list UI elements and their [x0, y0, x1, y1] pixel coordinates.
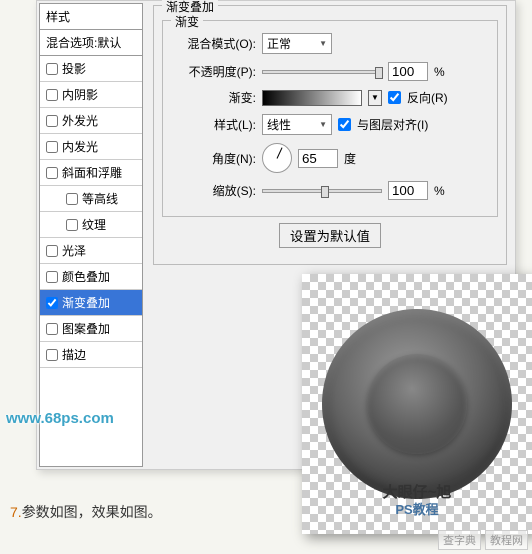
checkbox[interactable]	[46, 245, 58, 257]
style-sidebar: 样式 混合选项:默认 投影 内阴影 外发光 内发光 斜面和浮雕 等高线 纹理 光…	[39, 3, 143, 467]
checkbox[interactable]	[46, 115, 58, 127]
label: 光泽	[62, 242, 86, 259]
footer-b: 教程网	[485, 530, 528, 550]
checkbox[interactable]	[66, 193, 78, 205]
sidebar-item-texture[interactable]: 纹理	[40, 212, 142, 238]
gradient-overlay-group: 渐变叠加 渐变 混合模式(O): 正常 ▼ 不透明度(P): %	[153, 5, 507, 265]
checkbox[interactable]	[46, 349, 58, 361]
sidebar-item-gradient-overlay[interactable]: 渐变叠加	[40, 290, 142, 316]
checkbox[interactable]	[46, 323, 58, 335]
chevron-down-icon: ▼	[319, 39, 327, 48]
style-dropdown[interactable]: 线性 ▼	[262, 114, 332, 135]
sidebar-item-outer-glow[interactable]: 外发光	[40, 108, 142, 134]
angle-label: 角度(N):	[171, 150, 256, 167]
label: 内阴影	[62, 86, 98, 103]
set-default-button[interactable]: 设置为默认值	[279, 223, 381, 248]
blend-mode-row: 混合模式(O): 正常 ▼	[171, 33, 489, 54]
label: 外发光	[62, 112, 98, 129]
gradient-inner-group: 渐变 混合模式(O): 正常 ▼ 不透明度(P): % 渐变:	[162, 20, 498, 217]
sidebar-item-inner-shadow[interactable]: 内阴影	[40, 82, 142, 108]
sidebar-item-satin[interactable]: 光泽	[40, 238, 142, 264]
preview-panel: 大眼仔~旭 PS教程	[302, 274, 532, 534]
sidebar-item-pattern-overlay[interactable]: 图案叠加	[40, 316, 142, 342]
checkbox[interactable]	[66, 219, 78, 231]
reverse-checkbox[interactable]	[388, 91, 401, 104]
footer-a: 查字典	[438, 530, 481, 550]
checkbox[interactable]	[46, 63, 58, 75]
angle-row: 角度(N): 度	[171, 143, 489, 173]
dropdown-value: 正常	[267, 35, 291, 52]
url-watermark: www.68ps.com	[6, 410, 114, 427]
align-checkbox[interactable]	[338, 118, 351, 131]
sphere-outer	[322, 309, 512, 499]
slider-thumb[interactable]	[321, 186, 329, 198]
watermark-sub: PS教程	[395, 499, 438, 518]
angle-indicator	[277, 147, 283, 158]
style-label: 样式(L):	[171, 116, 256, 133]
inner-title: 渐变	[171, 13, 203, 30]
gradient-label: 渐变:	[171, 89, 256, 106]
sidebar-item-inner-glow[interactable]: 内发光	[40, 134, 142, 160]
footer-watermark: 查字典 教程网	[438, 530, 528, 550]
sidebar-item-drop-shadow[interactable]: 投影	[40, 56, 142, 82]
label: 渐变叠加	[62, 294, 110, 311]
opacity-unit: %	[434, 65, 445, 79]
label: 颜色叠加	[62, 268, 110, 285]
gradient-preview[interactable]	[262, 90, 362, 106]
dropdown-value: 线性	[267, 116, 291, 133]
opacity-slider[interactable]	[262, 70, 382, 74]
blend-mode-label: 混合模式(O):	[171, 35, 256, 52]
gradient-picker-arrow[interactable]: ▼	[368, 90, 382, 106]
sphere-inner	[367, 354, 467, 454]
caption-text: 参数如图，效果如图。	[22, 504, 162, 520]
checkbox[interactable]	[46, 167, 58, 179]
caption: 7.参数如图，效果如图。	[10, 502, 162, 522]
scale-unit: %	[434, 184, 445, 198]
scale-label: 缩放(S):	[171, 182, 256, 199]
sidebar-item-contour[interactable]: 等高线	[40, 186, 142, 212]
scale-input[interactable]	[388, 181, 428, 200]
scale-slider[interactable]	[262, 189, 382, 193]
label: 图案叠加	[62, 320, 110, 337]
label: 斜面和浮雕	[62, 164, 122, 181]
gradient-row: 渐变: ▼ 反向(R)	[171, 89, 489, 106]
sidebar-subtitle[interactable]: 混合选项:默认	[40, 30, 142, 56]
opacity-input[interactable]	[388, 62, 428, 81]
opacity-row: 不透明度(P): %	[171, 62, 489, 81]
sidebar-header: 样式	[40, 4, 142, 30]
label: 等高线	[82, 190, 118, 207]
angle-unit: 度	[344, 150, 356, 167]
label: 纹理	[82, 216, 106, 233]
reverse-label: 反向(R)	[407, 89, 448, 106]
blend-mode-dropdown[interactable]: 正常 ▼	[262, 33, 332, 54]
checkbox[interactable]	[46, 141, 58, 153]
label: 描边	[62, 346, 86, 363]
sidebar-item-bevel[interactable]: 斜面和浮雕	[40, 160, 142, 186]
opacity-label: 不透明度(P):	[171, 63, 256, 80]
checkbox[interactable]	[46, 89, 58, 101]
caption-number: 7.	[10, 504, 22, 520]
chevron-down-icon: ▼	[319, 120, 327, 129]
slider-thumb[interactable]	[375, 67, 383, 79]
label: 内发光	[62, 138, 98, 155]
angle-widget[interactable]	[262, 143, 292, 173]
checkbox[interactable]	[46, 297, 58, 309]
style-row: 样式(L): 线性 ▼ 与图层对齐(I)	[171, 114, 489, 135]
scale-row: 缩放(S): %	[171, 181, 489, 200]
align-label: 与图层对齐(I)	[357, 116, 428, 133]
sidebar-item-color-overlay[interactable]: 颜色叠加	[40, 264, 142, 290]
checkbox[interactable]	[46, 271, 58, 283]
sidebar-item-stroke[interactable]: 描边	[40, 342, 142, 368]
label: 投影	[62, 60, 86, 77]
angle-input[interactable]	[298, 149, 338, 168]
default-btn-row: 设置为默认值	[162, 223, 498, 248]
